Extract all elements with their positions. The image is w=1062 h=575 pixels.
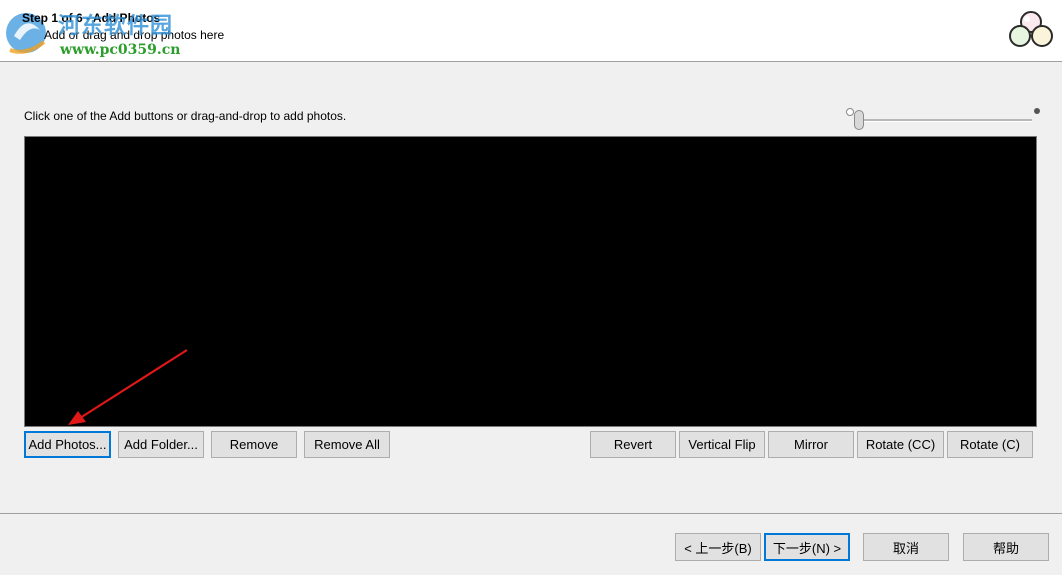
remove-button[interactable]: Remove xyxy=(211,431,297,458)
next-button[interactable]: 下一步(N) > xyxy=(764,533,850,561)
back-button[interactable]: < 上一步(B) xyxy=(675,533,761,561)
watermark-text: 河东软件园 xyxy=(58,13,174,38)
instruction-text: Click one of the Add buttons or drag-and… xyxy=(24,109,347,123)
remove-all-button[interactable]: Remove All xyxy=(304,431,390,458)
photo-drop-area[interactable] xyxy=(24,136,1037,427)
slider-track[interactable] xyxy=(860,119,1032,122)
cancel-button[interactable]: 取消 xyxy=(863,533,949,561)
thumbnail-size-slider[interactable] xyxy=(846,106,1042,134)
small-size-icon xyxy=(846,108,854,116)
revert-button[interactable]: Revert xyxy=(590,431,676,458)
footer-separator xyxy=(0,513,1062,514)
vertical-flip-button[interactable]: Vertical Flip xyxy=(679,431,765,458)
mirror-button[interactable]: Mirror xyxy=(768,431,854,458)
add-photos-button[interactable]: Add Photos... xyxy=(24,431,111,458)
large-size-icon xyxy=(1034,108,1040,114)
wizard-header: Step 1 of 6 - Add Photos Add or drag and… xyxy=(0,0,1062,62)
rotate-c-button[interactable]: Rotate (C) xyxy=(947,431,1033,458)
slider-thumb[interactable] xyxy=(854,110,864,130)
rotate-cc-button[interactable]: Rotate (CC) xyxy=(857,431,944,458)
help-button[interactable]: 帮助 xyxy=(963,533,1049,561)
add-folder-button[interactable]: Add Folder... xyxy=(118,431,204,458)
app-logo-icon xyxy=(1009,11,1053,47)
watermark-url: www.pc0359.cn xyxy=(60,42,181,58)
